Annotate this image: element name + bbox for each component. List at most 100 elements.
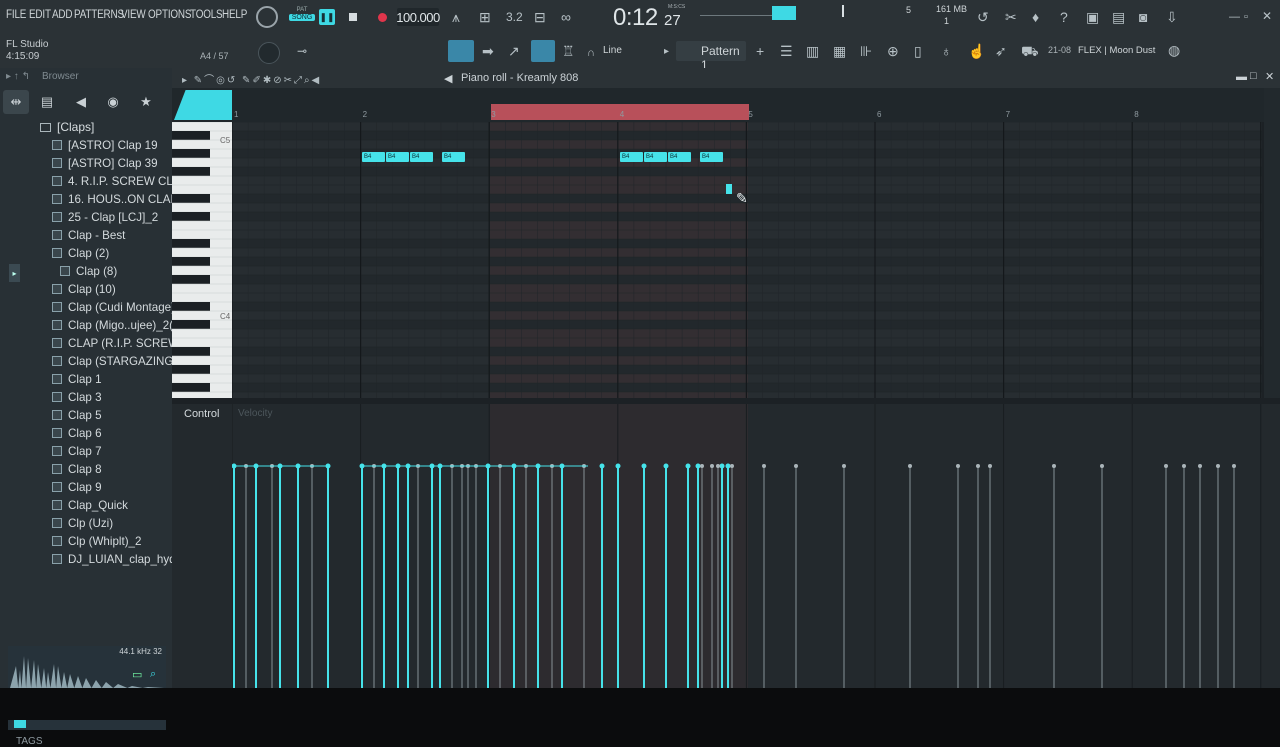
menu-options[interactable]: OPTIONS <box>148 9 191 21</box>
restore-icon[interactable]: ▫ <box>1244 10 1248 24</box>
note-preview[interactable] <box>726 184 732 194</box>
browser-item[interactable]: Clp (Uzi) <box>52 514 113 532</box>
browser-nav-icon[interactable]: ▸ ↑ ↰ <box>6 71 30 82</box>
menu-patterns[interactable]: PATTERNS <box>74 9 124 21</box>
help-icon[interactable]: ? <box>1060 10 1068 24</box>
browser-item[interactable]: Clp (Whiplt)_2 <box>52 532 141 550</box>
menu-tools[interactable]: TOOLS <box>190 9 223 21</box>
mic-icon[interactable]: ♁ <box>941 44 952 58</box>
mouse-icon[interactable]: ➶ <box>995 44 1007 58</box>
browser-item[interactable]: [ASTRO] Clap 39 <box>52 154 158 172</box>
channel-rack-icon[interactable]: ▥ <box>806 44 819 58</box>
record-icon[interactable] <box>378 13 387 22</box>
render-icon[interactable]: ▤ <box>1112 10 1125 24</box>
pause-icon[interactable]: ❚❚ <box>319 9 335 25</box>
files-tab-icon[interactable]: ▤ <box>34 90 60 114</box>
speaker-tab-icon[interactable]: ◀ <box>68 90 94 114</box>
snap-mode-label[interactable]: Line <box>603 45 622 56</box>
pr-maximize-icon[interactable]: □ <box>1250 70 1257 82</box>
browser-item[interactable]: CLAP (R.I.P. SCREW) <box>52 334 183 352</box>
browser-item[interactable]: Clap 6 <box>52 424 102 442</box>
close-icon[interactable]: ✕ <box>1262 9 1272 23</box>
note-b4[interactable]: B4 <box>620 152 643 162</box>
browser-item[interactable]: Clap - Best <box>52 226 125 244</box>
search-icon[interactable]: ⌕ <box>150 668 156 681</box>
menu-add[interactable]: ADD <box>52 9 73 21</box>
browser-item[interactable]: Clap 5 <box>52 406 102 424</box>
piano-roll-button-icon[interactable] <box>448 40 474 62</box>
note-grid[interactable]: B4 B4 B4 B4 B4 B4 B4 B4 ✎ <box>232 122 1262 398</box>
browser-item[interactable]: Clap (2) <box>52 244 109 262</box>
pat-song-toggle[interactable]: PAT SONG <box>289 7 315 29</box>
vertical-scrollbar[interactable] <box>1264 88 1280 398</box>
main-pitch-knob-icon[interactable] <box>258 42 280 64</box>
speaker-icon[interactable]: ◀ <box>444 72 452 85</box>
plugin-picker-icon[interactable]: ⊕ <box>887 44 899 58</box>
chat-icon[interactable]: ◙ <box>1139 10 1147 24</box>
master-volume-knob-icon[interactable] <box>256 6 278 28</box>
link-icon[interactable] <box>531 40 555 62</box>
note-b4[interactable]: B4 <box>410 152 433 162</box>
magnet-icon[interactable]: ∩ <box>587 46 595 60</box>
browser-item[interactable]: 4. R.I.P. SCREW CLAP <box>52 172 188 190</box>
channel-icon[interactable]: ▯ <box>914 44 922 58</box>
favorites-tab-icon[interactable]: ★ <box>133 90 159 114</box>
countdown-icon[interactable]: 3.2 <box>506 10 523 24</box>
menu-view[interactable]: VIEW <box>121 9 146 21</box>
tags-label[interactable]: TAGS <box>16 736 42 747</box>
pencil-icon[interactable]: ↗ <box>508 44 520 58</box>
browser-item[interactable]: Clap 7 <box>52 442 102 460</box>
touch-icon[interactable]: ☝ <box>968 44 985 58</box>
globe-icon[interactable]: ◍ <box>1168 43 1180 57</box>
plugins-tab-icon[interactable]: ◉ <box>100 90 126 114</box>
menu-help[interactable]: HELP <box>222 9 247 21</box>
pattern-selector[interactable]: Pattern 1 <box>676 41 746 72</box>
minimize-icon[interactable]: — <box>1229 10 1240 24</box>
browser-item[interactable]: Clap (Migo..ujee)_2(1) <box>52 316 183 334</box>
menu-file[interactable]: FILE <box>6 9 26 21</box>
note-b4[interactable]: B4 <box>668 152 691 162</box>
small-slider-icon[interactable]: ⊸ <box>297 44 307 58</box>
step-edit-icon[interactable]: ⊟ <box>534 10 546 24</box>
playlist-icon[interactable]: ☰ <box>780 44 793 58</box>
playback-mode-button[interactable] <box>174 90 232 120</box>
cart-icon[interactable]: ⛟ <box>1021 44 1039 58</box>
note-b4[interactable]: B4 <box>386 152 409 162</box>
browser-item[interactable]: Clap (Cudi Montage) <box>52 298 175 316</box>
browser-item[interactable]: Clap 1 <box>52 370 102 388</box>
menu-edit[interactable]: EDIT <box>29 9 51 21</box>
mixer-icon[interactable]: ▦ <box>833 44 846 58</box>
stamp-icon[interactable]: ♖ <box>562 44 575 58</box>
arrow-icon[interactable]: ➡ <box>482 44 494 58</box>
preview-marker-icon[interactable]: ▸ <box>9 264 20 282</box>
download-icon[interactable]: ⇩ <box>1166 10 1178 24</box>
browser-icon[interactable]: ⊪ <box>860 44 872 58</box>
tempo-display[interactable]: 100.000 <box>396 8 440 26</box>
stop-icon[interactable] <box>349 13 357 21</box>
add-pattern-icon[interactable]: + <box>756 44 764 58</box>
pr-minimize-icon[interactable]: ▬ <box>1236 71 1247 83</box>
browser-item[interactable]: [ASTRO] Clap 19 <box>52 136 158 154</box>
piano-keyboard[interactable]: C5 C4 <box>172 122 232 398</box>
metronome-icon[interactable]: ⩚ <box>452 10 460 24</box>
pr-close-icon[interactable]: ✕ <box>1265 70 1274 83</box>
note-b4[interactable]: B4 <box>700 152 723 162</box>
blend-notes-icon[interactable]: ∞ <box>561 10 571 24</box>
piano-roll-tools-icon[interactable]: ▸ ✎⌒◎↺ ✎✐✱⊘✂⤢⌕◀ <box>182 71 321 86</box>
browser-item[interactable]: 16. HOUS..ON CLAP_2 <box>52 190 191 208</box>
note-b4[interactable]: B4 <box>362 152 385 162</box>
all-tab-icon[interactable]: ⇹ <box>3 90 29 114</box>
control-label[interactable]: Control <box>184 408 219 420</box>
velocity-lane[interactable] <box>232 404 1262 688</box>
save-icon[interactable]: ▣ <box>1086 10 1099 24</box>
browser-item[interactable]: Clap 8 <box>52 460 102 478</box>
browser-item[interactable]: Clap 3 <box>52 388 102 406</box>
flex-name[interactable]: FLEX | Moon Dust <box>1078 45 1155 56</box>
folder-claps[interactable]: [Claps] <box>40 118 94 136</box>
browser-item[interactable]: Clap 9 <box>52 478 102 496</box>
browser-item[interactable]: Clap (STARGAZING) <box>52 352 177 370</box>
folder-open-icon[interactable]: ▭ <box>132 668 142 681</box>
browser-item[interactable]: Clap_Quick <box>52 496 128 514</box>
snap-arrow-icon[interactable]: ▸ <box>664 45 669 59</box>
browser-item[interactable]: DJ_LUIAN_clap_hydro <box>52 550 186 568</box>
